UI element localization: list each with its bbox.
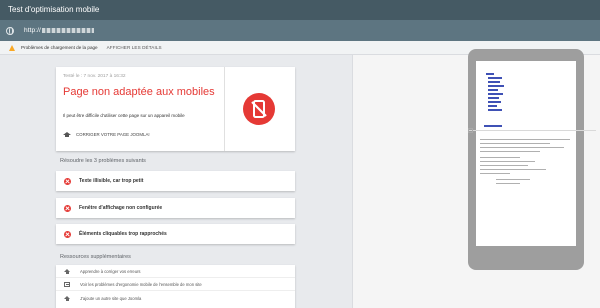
result-card: Testé le : 7 nov. 2017 à 16:32 Page non … <box>56 67 295 151</box>
graduation-cap-icon <box>64 269 70 274</box>
preview-line <box>480 165 528 166</box>
results-panel: Testé le : 7 nov. 2017 à 16:32 Page non … <box>0 55 352 308</box>
preview-line <box>488 89 498 91</box>
preview-line <box>488 85 504 87</box>
resource-link[interactable]: Voir les problèmes d'ergonomie mobile de… <box>56 279 295 291</box>
show-details-link[interactable]: AFFICHER LES DÉTAILS <box>107 45 162 50</box>
resources-heading: Ressources supplémentaires <box>60 254 131 260</box>
preview-line <box>496 183 520 184</box>
graduation-cap-icon <box>64 295 70 301</box>
preview-line <box>488 93 503 95</box>
redacted-url-mask <box>41 27 94 33</box>
preview-line <box>488 81 500 83</box>
error-icon <box>64 177 71 185</box>
phone-frame <box>468 49 584 270</box>
fix-joomla-page-label: CORRIGER VOTRE PAGE JOOMLA! <box>76 132 150 137</box>
fix-joomla-page-link[interactable]: CORRIGER VOTRE PAGE JOOMLA! <box>63 132 150 137</box>
issue-item[interactable]: Fenêtre d'affichage non configurée <box>56 198 295 218</box>
preview-panel <box>352 49 600 308</box>
preview-line <box>486 73 494 75</box>
resources-card: Apprendre à corriger vos erreurs Voir le… <box>56 265 295 308</box>
error-icon <box>64 230 71 238</box>
preview-line <box>488 109 502 111</box>
preview-line <box>488 101 501 103</box>
result-description: Il peut être difficile d'utiliser cette … <box>63 113 185 118</box>
resource-label: Apprendre à corriger vos erreurs <box>80 269 141 274</box>
app-header: Test d'optimisation mobile <box>0 0 600 20</box>
issue-label: Éléments cliquables trop rapprochés <box>79 231 167 237</box>
result-divider <box>224 67 225 151</box>
not-mobile-friendly-icon <box>243 93 275 125</box>
preview-line <box>496 179 530 180</box>
resource-label: Voir les problèmes d'ergonomie mobile de… <box>80 282 202 287</box>
url-bar[interactable]: http:// <box>0 20 600 41</box>
preview-line <box>480 143 550 144</box>
error-icon <box>64 204 71 212</box>
resource-label: J'ajoute un autre site que Joomla <box>80 295 142 301</box>
preview-line <box>480 151 540 152</box>
preview-line <box>480 173 510 174</box>
issue-label: Texte illisible, car trop petit <box>79 178 144 184</box>
tested-url: http:// <box>24 27 94 34</box>
preview-line <box>480 169 546 170</box>
result-headline: Page non adaptée aux mobiles <box>63 86 215 98</box>
preview-line <box>488 105 497 107</box>
resource-link[interactable]: J'ajoute un autre site que Joomla <box>56 292 295 304</box>
app-title: Test d'optimisation mobile <box>8 5 100 14</box>
issues-heading: Résoudre les 3 problèmes suivants <box>60 158 146 164</box>
issue-label: Fenêtre d'affichage non configurée <box>79 205 163 211</box>
warning-text: Problèmes de chargement de la page <box>21 45 98 50</box>
warning-icon <box>9 44 15 51</box>
preview-line <box>480 139 570 140</box>
document-icon <box>64 282 70 287</box>
preview-scrollbar[interactable] <box>468 128 596 133</box>
preview-line <box>484 125 502 127</box>
resource-link[interactable]: Apprendre à corriger vos erreurs <box>56 266 295 278</box>
preview-line <box>480 161 535 162</box>
preview-line <box>480 147 564 148</box>
graduation-cap-icon <box>63 132 71 137</box>
preview-line <box>480 157 520 158</box>
preview-line <box>488 97 499 99</box>
preview-line <box>488 77 502 79</box>
globe-icon <box>6 26 14 35</box>
issue-item[interactable]: Éléments cliquables trop rapprochés <box>56 224 295 244</box>
rendered-page-screenshot[interactable] <box>476 61 576 246</box>
issue-item[interactable]: Texte illisible, car trop petit <box>56 171 295 191</box>
test-timestamp: Testé le : 7 nov. 2017 à 16:32 <box>63 74 126 79</box>
